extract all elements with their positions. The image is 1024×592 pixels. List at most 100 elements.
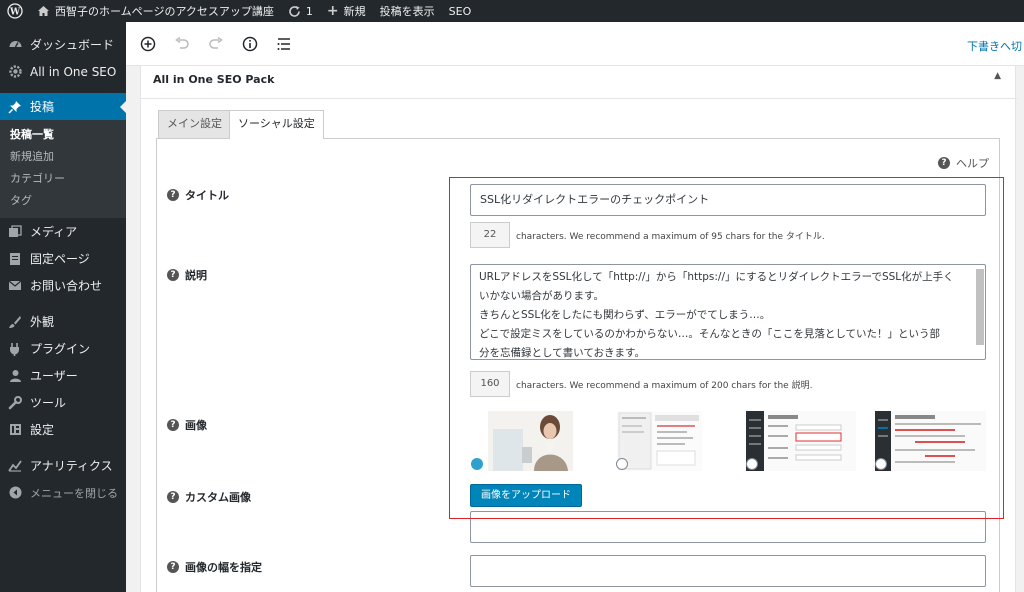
sidebar-item-plugins[interactable]: プラグイン [0, 335, 126, 362]
gear-icon [7, 64, 23, 80]
image-radio-1[interactable] [471, 458, 483, 470]
sidebar-item-label: プラグイン [30, 342, 91, 356]
title-label-text: タイトル [185, 189, 229, 202]
svg-text:W: W [9, 8, 21, 18]
title-label: ? タイトル [167, 187, 229, 203]
sidebar-item-label: アナリティクス [30, 459, 113, 473]
collapse-menu-button[interactable]: メニューを閉じる [0, 479, 126, 506]
seo-label: SEO [448, 4, 472, 18]
sidebar-item-settings[interactable]: 設定 [0, 416, 126, 443]
wordpress-logo-icon[interactable]: W [0, 0, 30, 22]
sidebar-item-pages[interactable]: 固定ページ [0, 245, 126, 272]
switch-to-draft-link[interactable]: 下書きへ切 [967, 38, 1022, 54]
image-width-label: ? 画像の幅を指定 [167, 559, 262, 575]
help-icon[interactable]: ? [167, 491, 179, 503]
updates-count: 1 [305, 4, 313, 18]
home-icon [37, 5, 50, 17]
description-char-count: 160 [470, 371, 510, 397]
view-post-label: 投稿を表示 [379, 5, 435, 18]
redo-icon[interactable] [202, 30, 230, 58]
sidebar-item-users[interactable]: ユーザー [0, 362, 126, 389]
user-icon [7, 368, 23, 384]
sidebar-item-label: 固定ページ [30, 252, 90, 266]
sidebar-item-label: メディア [30, 225, 78, 239]
help-icon: ? [938, 157, 950, 169]
upload-image-button[interactable]: 画像をアップロード [470, 484, 582, 507]
settings-icon [7, 422, 23, 438]
editor-toolbar: 下書きへ切 [126, 22, 1024, 66]
help-link[interactable]: ? ヘルプ [938, 155, 989, 171]
custom-image-input[interactable] [470, 511, 986, 543]
pin-icon [7, 99, 23, 115]
undo-icon[interactable] [168, 30, 196, 58]
sidebar-item-tools[interactable]: ツール [0, 389, 126, 416]
sidebar-item-label: ダッシュボード [30, 38, 115, 52]
image-radio-4[interactable] [875, 458, 887, 470]
title-input[interactable]: SSL化リダイレクトエラーのチェックポイント [470, 184, 986, 216]
image-label: ? 画像 [167, 417, 207, 433]
sidebar-item-label: お問い合わせ [30, 279, 103, 293]
dashboard-icon [7, 37, 23, 53]
sidebar-item-dashboard[interactable]: ダッシュボード [0, 31, 126, 58]
image-radio-2[interactable] [616, 458, 628, 470]
image-width-input[interactable] [470, 555, 986, 587]
media-icon [7, 224, 23, 240]
sidebar-item-label: 外観 [30, 315, 55, 329]
tab-main-settings[interactable]: メイン設定 [158, 110, 231, 138]
site-name-link[interactable]: 西智子のホームページのアクセスアップ講座 [30, 0, 281, 22]
updates-link[interactable]: 1 [281, 0, 320, 22]
brush-icon [7, 314, 23, 330]
metabox-title: All in One SEO Pack [153, 73, 275, 86]
submenu-tags[interactable]: タグ [0, 190, 126, 212]
textarea-scrollbar[interactable] [976, 269, 984, 345]
image-option-2[interactable] [617, 411, 702, 471]
add-block-icon[interactable] [134, 30, 162, 58]
sidebar-item-contact[interactable]: お問い合わせ [0, 272, 126, 299]
tab-social-settings[interactable]: ソーシャル設定 [229, 110, 324, 139]
help-icon[interactable]: ? [167, 419, 179, 431]
title-char-note: characters. We recommend a maximum of 95… [516, 232, 825, 242]
info-icon[interactable] [236, 30, 264, 58]
wrench-icon [7, 395, 23, 411]
sidebar-item-label: 設定 [30, 423, 55, 437]
help-icon[interactable]: ? [167, 269, 179, 281]
collapse-menu-label: メニューを閉じる [30, 486, 118, 500]
sidebar-item-media[interactable]: メディア [0, 218, 126, 245]
new-content-link[interactable]: + 新規 [320, 0, 373, 22]
description-char-note: characters. We recommend a maximum of 20… [516, 381, 813, 391]
help-icon[interactable]: ? [167, 561, 179, 573]
sidebar-item-label: ツール [30, 396, 67, 410]
sidebar-item-appearance[interactable]: 外観 [0, 308, 126, 335]
submenu-categories[interactable]: カテゴリー [0, 168, 126, 190]
image-option-1[interactable] [488, 411, 573, 471]
help-label: ヘルプ [956, 157, 989, 170]
aioseo-metabox: All in One SEO Pack ▲ メイン設定 ソーシャル設定 ? ヘル… [140, 66, 1017, 592]
description-line: 分を忘備録として書いておきます。 [479, 347, 646, 359]
help-icon[interactable]: ? [167, 189, 179, 201]
image-option-3[interactable] [746, 411, 856, 471]
image-width-label-text: 画像の幅を指定 [185, 561, 262, 574]
custom-image-label-text: カスタム画像 [185, 491, 251, 504]
image-radio-3[interactable] [746, 458, 758, 470]
submenu-add-new[interactable]: 新規追加 [0, 146, 126, 168]
submenu-all-posts[interactable]: 投稿一覧 [0, 124, 126, 146]
editor-content: All in One SEO Pack ▲ メイン設定 ソーシャル設定 ? ヘル… [126, 66, 1024, 592]
title-char-count: 22 [470, 222, 510, 248]
sidebar-item-posts[interactable]: 投稿 [0, 93, 126, 120]
description-line: どこで設定ミスをしているのかわからない…。そんなときの「ここを見落としていた！」… [479, 328, 941, 340]
custom-image-label: ? カスタム画像 [167, 489, 251, 505]
admin-sidebar: ダッシュボード All in One SEO 投稿 投稿一覧 新規追加 カテゴリ… [0, 22, 126, 592]
metabox-divider [141, 98, 1017, 99]
description-label-text: 説明 [185, 269, 207, 282]
view-post-link[interactable]: 投稿を表示 [373, 0, 442, 22]
plus-icon: + [326, 3, 339, 19]
description-label: ? 説明 [167, 267, 207, 283]
sidebar-item-analytics[interactable]: アナリティクス [0, 452, 126, 479]
sidebar-item-aioseo[interactable]: All in One SEO [0, 58, 126, 85]
block-navigation-icon[interactable] [270, 30, 298, 58]
image-option-4[interactable] [875, 411, 986, 471]
collapse-panel-icon[interactable]: ▲ [994, 71, 1001, 81]
seo-link[interactable]: SEO [442, 0, 479, 22]
social-settings-panel: ? ヘルプ ? タイトル SSL化リダイレクトエラーのチェックポイント 22 c… [156, 138, 1000, 592]
description-textarea[interactable]: URLアドレスをSSL化して「http://」から「https://」にするとリ… [470, 264, 986, 360]
